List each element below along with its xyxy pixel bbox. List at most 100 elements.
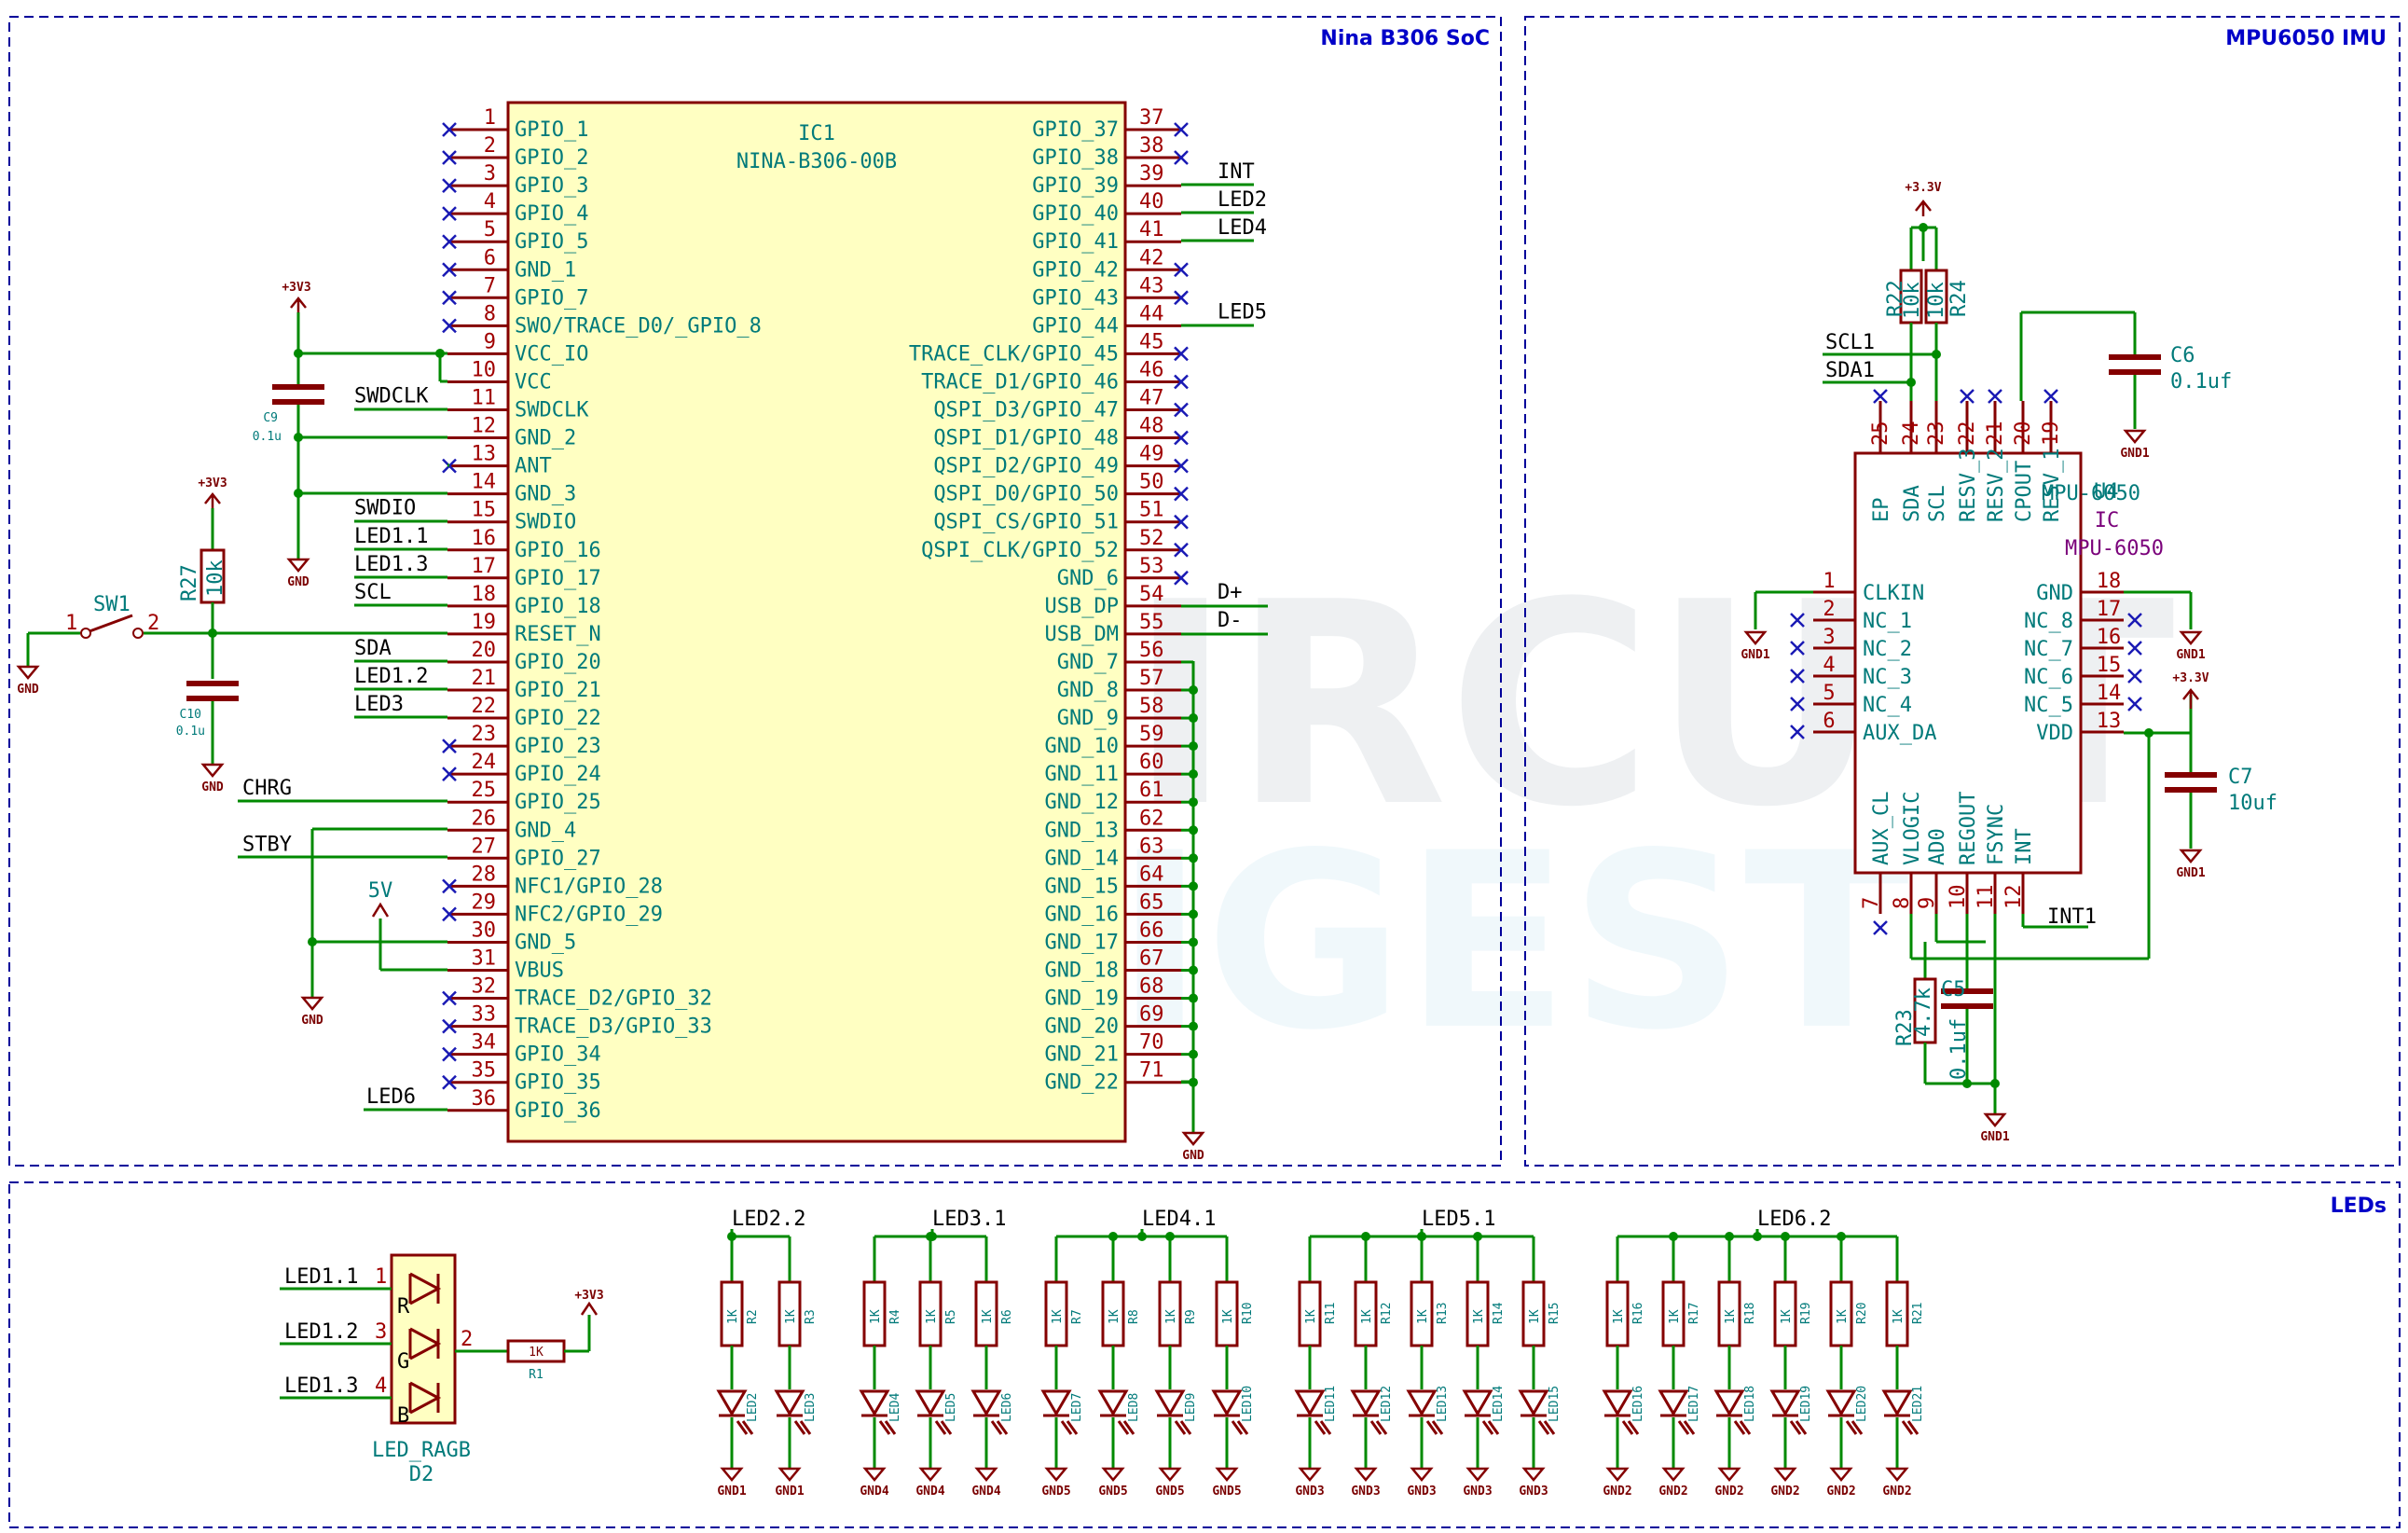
- ground-icon: [200, 763, 225, 778]
- led-ref: LED6: [1000, 1393, 1014, 1422]
- u4-pin-name: NC_1: [1863, 610, 1912, 633]
- ic1-pin-number: 7: [484, 274, 496, 297]
- ic1-pin-number: 56: [1139, 639, 1164, 662]
- u4-pin-name: AD0: [1926, 828, 1949, 865]
- ic1-pin-number: 30: [472, 918, 497, 942]
- led-diode-icon: [1518, 1389, 1549, 1417]
- ic1-pin-name: GPIO_42: [1032, 258, 1119, 282]
- ic1-pin-number: 57: [1139, 667, 1164, 690]
- led-diode-icon: [1097, 1389, 1129, 1417]
- u4-pin-name: NC_7: [2024, 638, 2073, 661]
- ic1-value: NINA-B306-00B: [736, 150, 897, 173]
- ic1-pin-number: 62: [1139, 807, 1164, 830]
- ground-icon: [1101, 1467, 1125, 1482]
- ic1-pin-number: 28: [472, 863, 497, 886]
- led-resistor-value: 1K: [1836, 1309, 1850, 1324]
- u4-pin-name: NC_3: [1863, 666, 1912, 689]
- ic1-pin-name: GND_14: [1045, 847, 1119, 870]
- ic1-pin-number: 27: [472, 835, 497, 858]
- ic1-pin-number: 32: [472, 975, 497, 999]
- ic1-pin-name: GND_8: [1057, 679, 1119, 702]
- ic1-pin-name: GND_6: [1057, 567, 1119, 590]
- ic1-pin-number: 25: [472, 779, 497, 802]
- ic1-pin-name: GND_22: [1045, 1071, 1119, 1095]
- led-emission-icon: [1789, 1420, 1808, 1435]
- ground-label: GND: [1182, 1149, 1204, 1163]
- ic1-pin-name: GPIO_38: [1032, 146, 1119, 170]
- ground-icon: [1215, 1467, 1239, 1482]
- ic1-pin-number: 51: [1139, 499, 1164, 522]
- led-diode-icon: [859, 1389, 890, 1417]
- power-arrow-icon: [580, 1301, 599, 1316]
- ic1-pin-name: ANT: [515, 455, 552, 478]
- ic1-net-label: D-: [1218, 609, 1243, 632]
- u4-ic-label: IC: [2095, 509, 2120, 532]
- no-connect-icon: [1960, 389, 1975, 404]
- power-arrow-icon: [204, 491, 221, 508]
- led-emission-icon: [1733, 1420, 1752, 1435]
- ic1-pin-name: GPIO_17: [515, 567, 601, 590]
- led-group-net-label: LED3.1: [932, 1208, 1006, 1231]
- ic1-net-label: LED5: [1218, 300, 1267, 324]
- ic1-pin-name: GPIO_1: [515, 118, 588, 142]
- led-resistor-ref: R4: [888, 1309, 902, 1324]
- r1-ref: R1: [529, 1368, 544, 1382]
- leds-frame-title: LEDs: [2331, 1195, 2387, 1218]
- led-group: LED4.1 1K R7 LED7 GND5 1K R8 LED8 GND5 1K R9 LED9 GN…: [1040, 1208, 1255, 1498]
- u4-pin-name: AUX_CL: [1870, 792, 1893, 865]
- led-emission-icon: [1117, 1420, 1135, 1435]
- led-emission-icon: [934, 1420, 953, 1435]
- ground-label: GND: [301, 1014, 323, 1028]
- led-emission-icon: [1060, 1420, 1079, 1435]
- led-resistor-ref: R8: [1127, 1309, 1141, 1324]
- u4-pin-name: CPOUT: [2013, 461, 2036, 522]
- ic1-pin-name: GND_9: [1057, 707, 1119, 730]
- led-emission-icon: [1845, 1420, 1864, 1435]
- ic1-pin-number: 21: [472, 667, 497, 690]
- led-diode-icon: [1154, 1389, 1186, 1417]
- ground-label: GND4: [915, 1485, 944, 1498]
- ic1-net-label: STBY: [242, 833, 292, 856]
- ic1-pin-number: 26: [472, 807, 497, 830]
- leds-frame: [8, 1181, 2401, 1528]
- ic1-pin-name: GPIO_21: [515, 679, 601, 702]
- ic1-pin-name: VCC_IO: [515, 342, 588, 366]
- c9-ref: C9: [263, 411, 278, 425]
- led-resistor-ref: R5: [944, 1309, 958, 1324]
- power-arrow-icon: [371, 902, 390, 918]
- led-diode-icon: [1211, 1389, 1243, 1417]
- ground-label: GND2: [1658, 1485, 1687, 1498]
- r27-ref: R27: [178, 564, 201, 601]
- led-ref: LED5: [944, 1393, 958, 1422]
- u4-pin-number: 2: [1823, 598, 1835, 621]
- junction-dot: [1753, 1232, 1762, 1241]
- ground-label: GND1: [1980, 1130, 2009, 1144]
- d2-pin-4: 4: [375, 1374, 387, 1398]
- imu-vdd-power-label: +3.3V: [2172, 671, 2208, 685]
- led-resistor-ref: R16: [1631, 1303, 1645, 1324]
- led-resistor-value: 1K: [925, 1309, 939, 1324]
- ic1-pin-number: 6: [484, 246, 496, 269]
- d2-pin-2: 2: [461, 1328, 473, 1351]
- ground-label: GND1: [2176, 648, 2205, 662]
- ic1-pin-name: GND_3: [515, 483, 576, 506]
- ic1-pin-number: 8: [484, 302, 496, 325]
- ground-label: GND1: [717, 1485, 746, 1498]
- ic1-pin-name: GPIO_37: [1032, 118, 1119, 142]
- ic1-pin-name: GPIO_24: [515, 763, 601, 786]
- ic1-pin-name: QSPI_CLK/GPIO_52: [921, 539, 1119, 562]
- ground-icon: [1661, 1467, 1686, 1482]
- ic1-pin-number: 42: [1139, 246, 1164, 269]
- ic1-pin-number: 44: [1139, 302, 1164, 325]
- ic1-pin-name: GPIO_41: [1032, 230, 1119, 254]
- c10-ref: C10: [180, 708, 201, 722]
- ic1-pin-number: 24: [472, 751, 497, 774]
- ic1-pin-name: GPIO_2: [515, 146, 588, 170]
- led-resistor-ref: R11: [1324, 1303, 1338, 1324]
- led-diode-icon: [1713, 1389, 1745, 1417]
- d2-net-2: LED1.2: [284, 1320, 358, 1344]
- led-resistor-ref: R2: [746, 1309, 760, 1324]
- ic1-pin-name: GPIO_18: [515, 595, 601, 618]
- ground-icon: [777, 1467, 802, 1482]
- ic1-pin-name: GND_16: [1045, 903, 1119, 926]
